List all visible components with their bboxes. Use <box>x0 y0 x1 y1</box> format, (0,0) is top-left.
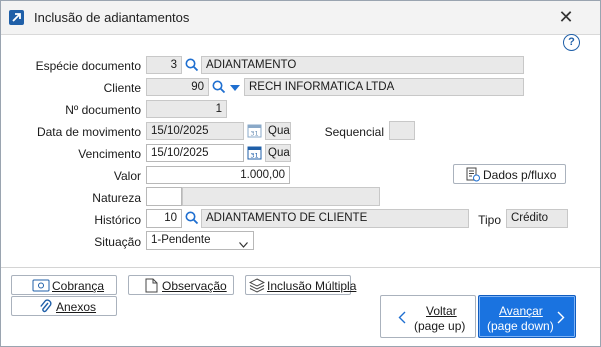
vencimento-label: Vencimento <box>78 147 141 161</box>
movimento-calendar-icon[interactable]: 31 <box>247 123 262 138</box>
cobranca-button[interactable]: Cobrança <box>11 275 117 295</box>
title-bar: Inclusão de adiantamentos ✕ <box>1 1 600 35</box>
inclusao-multipla-label: Inclusão Múltipla <box>267 279 357 293</box>
valor-label: Valor <box>113 169 141 183</box>
dialog-window: Inclusão de adiantamentos ✕ ? Espécie do… <box>0 0 601 347</box>
observacao-label: Observação <box>162 279 227 293</box>
close-icon[interactable]: ✕ <box>556 7 576 27</box>
anexos-label: Anexos <box>56 300 97 314</box>
footer-separator <box>1 267 600 268</box>
historico-label: Histórico <box>94 213 141 227</box>
svg-text:31: 31 <box>250 152 258 160</box>
natureza-label: Natureza <box>92 191 141 205</box>
app-arrow-icon <box>9 10 24 25</box>
especie-name-field: ADIANTAMENTO <box>201 56 524 74</box>
tipo-label: Tipo <box>478 213 501 227</box>
historico-code-input[interactable]: 10 <box>146 209 182 228</box>
svg-text:31: 31 <box>250 130 258 138</box>
cliente-name-field: RECH INFORMATICA LTDA <box>244 78 524 96</box>
especie-label: Espécie documento <box>35 59 141 73</box>
sequencial-field <box>389 121 415 140</box>
tipo-field: Crédito <box>506 209 568 228</box>
avancar-button[interactable]: Avançar (page down) <box>478 295 576 338</box>
dados-fluxo-label: Dados p/fluxo <box>483 168 557 182</box>
voltar-button[interactable]: Voltar (page up) <box>380 295 476 338</box>
paperclip-icon <box>39 299 52 317</box>
chevron-down-icon <box>239 237 248 249</box>
especie-search-icon[interactable] <box>185 58 199 72</box>
layers-icon <box>248 278 266 296</box>
observacao-button[interactable]: Observação <box>128 275 234 295</box>
cliente-dropdown-icon[interactable] <box>230 82 240 92</box>
cliente-label: Cliente <box>103 81 141 95</box>
vencimento-weekday: Qua <box>265 144 291 162</box>
note-icon <box>145 278 158 296</box>
valor-input[interactable]: 1.000,00 <box>146 166 290 184</box>
anexos-button[interactable]: Anexos <box>11 296 117 316</box>
chevron-right-icon <box>557 311 565 327</box>
cobranca-label: Cobrança <box>52 279 105 293</box>
movimento-date-field: 15/10/2025 <box>146 122 244 140</box>
avancar-hint: (page down) <box>487 319 554 333</box>
help-icon[interactable]: ? <box>563 34 580 51</box>
situacao-select[interactable]: 1-Pendente <box>146 231 254 250</box>
documento-label: Nº documento <box>65 103 141 117</box>
situacao-label: Situação <box>94 235 141 249</box>
sequencial-label: Sequencial <box>324 125 384 139</box>
voltar-label: Voltar <box>426 304 457 318</box>
historico-name-field: ADIANTAMENTO DE CLIENTE <box>201 209 469 228</box>
documento-field: 1 <box>146 100 227 118</box>
situacao-value: 1-Pendente <box>151 234 211 246</box>
movimento-weekday: Qua <box>265 122 291 140</box>
vencimento-calendar-icon[interactable]: 31 <box>247 145 262 160</box>
natureza-name-field <box>182 187 380 206</box>
window-title: Inclusão de adiantamentos <box>34 10 190 25</box>
document-flow-icon <box>466 167 480 185</box>
chevron-left-icon <box>398 311 406 327</box>
dados-fluxo-button[interactable]: Dados p/fluxo <box>453 164 566 184</box>
historico-search-icon[interactable] <box>185 211 199 225</box>
cliente-search-icon[interactable] <box>212 80 226 94</box>
money-icon <box>32 279 50 295</box>
natureza-code-input[interactable] <box>146 187 182 206</box>
voltar-hint: (page up) <box>414 319 466 333</box>
avancar-label: Avançar <box>499 304 543 318</box>
especie-code-field[interactable]: 3 <box>146 56 182 74</box>
cliente-code-field[interactable]: 90 <box>146 78 209 96</box>
movimento-label: Data de movimento <box>36 125 141 139</box>
vencimento-date-input[interactable]: 15/10/2025 <box>146 144 244 162</box>
inclusao-multipla-button[interactable]: Inclusão Múltipla <box>245 275 356 296</box>
